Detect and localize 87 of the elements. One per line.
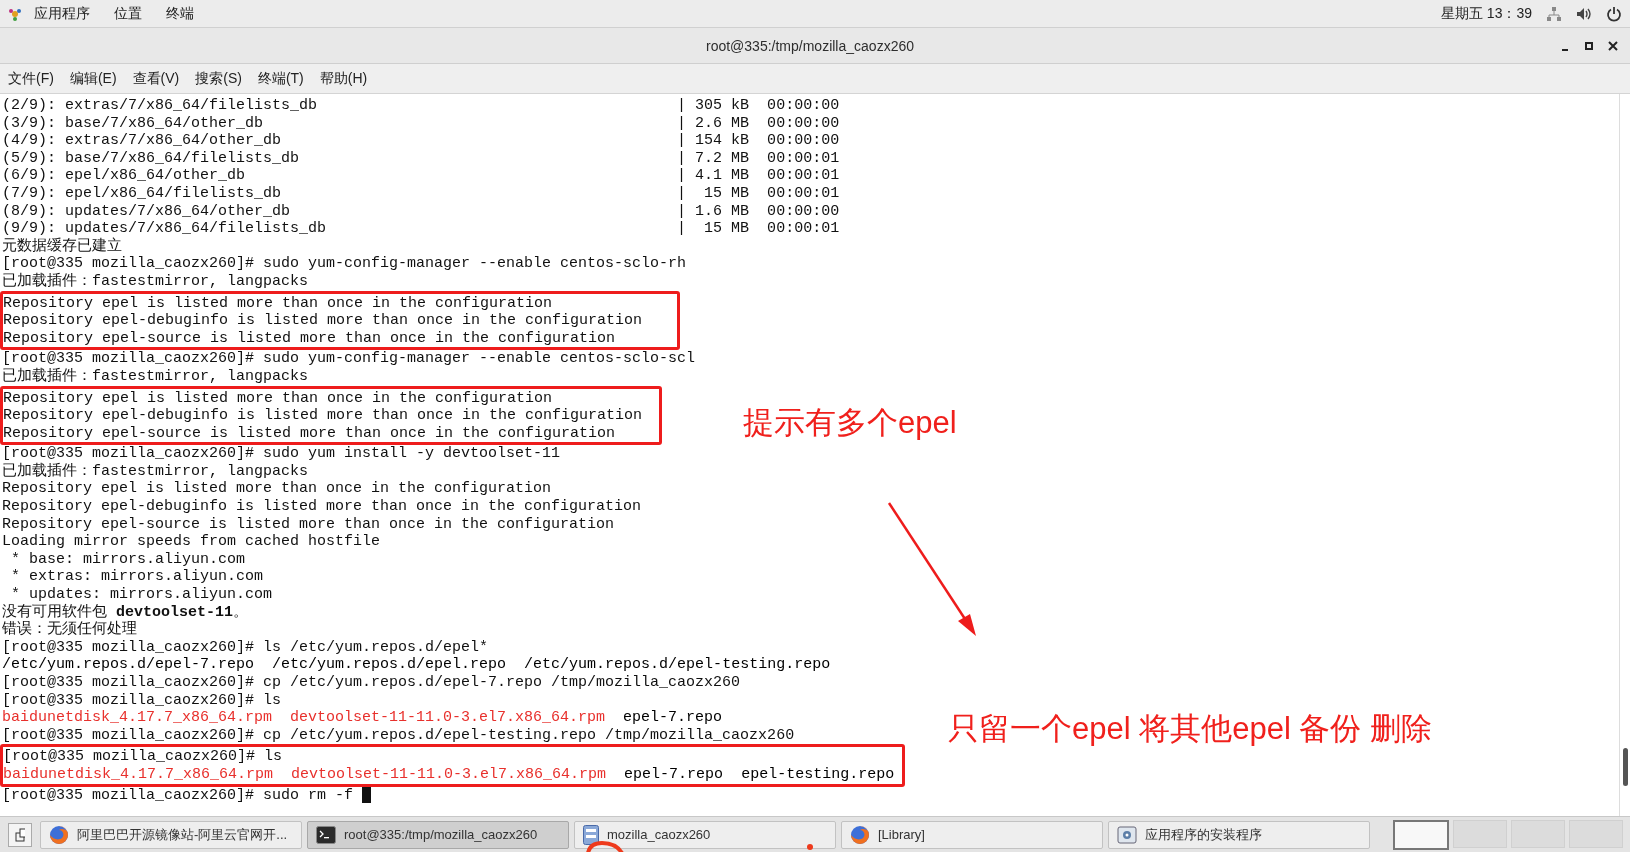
show-desktop-button[interactable] — [8, 822, 32, 847]
terminal-line: 已加载插件：fastestmirror, langpacks — [2, 272, 309, 291]
file-name: /etc/yum.repos.d/epel-testing.repo — [524, 656, 831, 674]
taskbar-item[interactable]: mozilla_caozx260 — [574, 820, 836, 849]
close-icon[interactable] — [1608, 40, 1618, 51]
terminal-line: * extras: mirrors.aliyun.com — [10, 568, 264, 587]
terminal-line: [root@335 mozilla_caozx260]# sudo yum-config-manager --enable centos-sclo-scl — [2, 350, 696, 368]
file-name: epel-7.repo — [624, 765, 724, 784]
windows-icon — [15, 827, 25, 842]
terminal-line: [root@335 mozilla_caozx260]# sudo rm -f — [2, 786, 354, 805]
maximize-icon[interactable] — [1584, 40, 1594, 51]
download-stats: | 15 MB 00:00:01 — [677, 220, 840, 238]
text-cursor — [362, 787, 372, 804]
package-icon — [1117, 824, 1137, 845]
menu-item[interactable]: 搜索(S) — [195, 69, 242, 88]
file-name: /etc/yum.repos.d/epel-7.repo — [2, 656, 255, 674]
terminal-line: Repository epel is listed more than once in the configuration — [3, 294, 553, 313]
browser-icon — [850, 824, 870, 845]
download-path: (3/9): base/7/x86_64/other_db — [2, 114, 265, 133]
download-path: (5/9): base/7/x86_64/filelists_db — [2, 149, 301, 168]
download-stats: | 4.1 MB 00:00:01 — [677, 167, 840, 185]
annotation-text: 只留一个epel 将其他epel 备份 删除 — [948, 710, 1433, 748]
terminal-line: Repository epel-debuginfo is listed more than once in the configuration — [3, 407, 643, 425]
terminal-line: Repository epel-debuginfo is listed more than once in the configuration — [2, 498, 642, 516]
menu-item[interactable]: 帮助(H) — [319, 69, 368, 88]
file-name: devtoolset-11-11.0-3.el7.x86_64.rpm — [290, 709, 606, 727]
terminal-line: * base: mirrors.aliyun.com — [10, 550, 246, 569]
taskbar-item[interactable]: [Library] — [841, 820, 1103, 849]
terminal-line: [root@335 mozilla_caozx260]# ls — [2, 691, 282, 710]
download-stats: | 154 kB 00:00:00 — [677, 132, 840, 150]
scrollbar-thumb[interactable] — [1622, 748, 1628, 786]
download-stats: | 15 MB 00:00:01 — [677, 184, 840, 203]
top-menu[interactable]: 应用程序 — [22, 4, 102, 23]
browser-icon — [49, 824, 69, 845]
network-icon[interactable] — [1546, 5, 1562, 22]
terminal-line: [root@335 mozilla_caozx260]# cp /etc/yum.repos.d/epel-testing.repo /tmp/mozilla_caozx260 — [2, 726, 795, 745]
window-title: root@335:/tmp/mozilla_caozx260 — [705, 37, 915, 54]
terminal-line: 没有可用软件包 devtoolset-11。 — [2, 603, 249, 621]
file-name: epel-7.repo — [623, 709, 723, 727]
download-stats: | 7.2 MB 00:00:01 — [677, 149, 840, 168]
taskbar-item[interactable]: 阿里巴巴开源镜像站-阿里云官网开... — [40, 820, 302, 849]
file-name: devtoolset-11-11.0-3.el7.x86_64.rpm — [291, 765, 607, 784]
terminal-line: [root@335 mozilla_caozx260]# sudo yum-config-manager --enable centos-sclo-rh — [2, 255, 687, 273]
terminal-line: Repository epel is listed more than once in the configuration — [2, 480, 552, 499]
menu-item[interactable]: 编辑(E) — [69, 69, 117, 88]
terminal-line: 元数据缓存已建立 — [2, 237, 122, 256]
terminal-line: [root@335 mozilla_caozx260]# ls /etc/yum.repos.d/epel* — [2, 638, 489, 657]
workspace-switcher[interactable] — [1393, 819, 1449, 850]
download-path: (8/9): updates/7/x86_64/other_db — [2, 202, 292, 221]
top-menu[interactable]: 终端 — [154, 4, 206, 23]
download-path: (9/9): updates/7/x86_64/filelists_db — [2, 220, 328, 238]
download-path: (6/9): epel/x86_64/other_db — [2, 167, 247, 185]
download-path: (4/9): extras/7/x86_64/other_db — [2, 132, 283, 150]
file-cabinet-icon — [583, 824, 599, 845]
clock[interactable]: 星期五 13：39 — [1440, 4, 1532, 23]
power-icon[interactable] — [1606, 5, 1622, 22]
download-path: (7/9): epel/x86_64/filelists_db — [2, 184, 283, 203]
terminal-line: [root@335 mozilla_caozx260]# sudo yum install -y devtoolset-11 — [2, 445, 561, 463]
apps-icon[interactable] — [8, 6, 22, 21]
terminal-icon — [316, 825, 336, 844]
download-stats: | 1.6 MB 00:00:00 — [677, 202, 840, 221]
file-name: baidunetdisk_4.17.7_x86_64.rpm — [2, 709, 273, 727]
terminal-line: Repository epel is listed more than once in the configuration — [3, 389, 553, 408]
taskbar-item[interactable]: 应用程序的安装程序 — [1108, 820, 1370, 849]
terminal-line: [root@335 mozilla_caozx260]# ls — [3, 748, 283, 766]
terminal-line: 已加载插件：fastestmirror, langpacks — [2, 367, 309, 386]
terminal-line: * updates: mirrors.aliyun.com — [10, 586, 273, 604]
terminal-line: [root@335 mozilla_caozx260]# cp /etc/yum.repos.d/epel-7.repo /tmp/mozilla_caozx260 — [2, 674, 741, 692]
terminal-line: Repository epel-debuginfo is listed more than once in the configuration — [3, 312, 643, 330]
download-stats: | 305 kB 00:00:00 — [677, 97, 840, 115]
menu-item[interactable]: 文件(F) — [8, 69, 54, 88]
menu-item[interactable]: 查看(V) — [132, 69, 180, 88]
file-name: epel-testing.repo — [741, 765, 895, 784]
download-stats: | 2.6 MB 00:00:00 — [677, 114, 840, 133]
terminal-line: Repository epel-source is listed more than once in the configuration — [2, 515, 615, 534]
terminal-line: Repository epel-source is listed more than once in the configuration — [3, 329, 616, 348]
terminal-line: Repository epel-source is listed more than once in the configuration — [3, 424, 616, 443]
annotation-text: 提示有多个epel — [743, 404, 957, 442]
terminal-line: 错误：无须任何处理 — [2, 621, 137, 639]
download-path: (2/9): extras/7/x86_64/filelists_db — [2, 97, 319, 115]
file-name: /etc/yum.repos.d/epel.repo — [272, 656, 507, 674]
menu-item[interactable]: 终端(T) — [257, 69, 304, 88]
terminal-line: 已加载插件：fastestmirror, langpacks — [2, 462, 309, 481]
top-menu[interactable]: 位置 — [102, 4, 154, 23]
file-name: baidunetdisk_4.17.7_x86_64.rpm — [3, 765, 274, 784]
taskbar-item[interactable]: root@335:/tmp/mozilla_caozx260 — [307, 820, 569, 849]
terminal-line: Loading mirror speeds from cached hostfile — [2, 533, 381, 551]
